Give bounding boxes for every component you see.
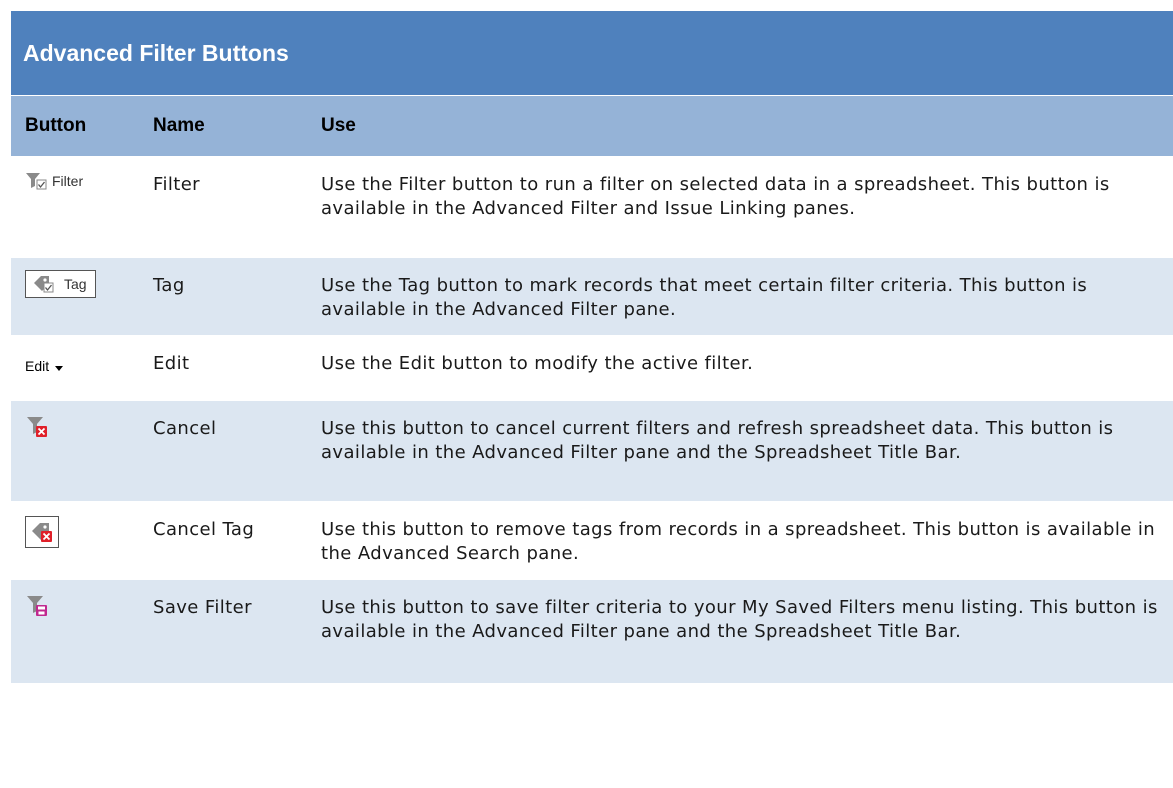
row-name: Save Filter [153,597,252,618]
header-name: Name [153,115,205,136]
table-row: Filter Filter Use the Filter button to r… [11,156,1173,257]
row-use: Use this button to save filter criteria … [321,597,1158,642]
tag-button-image: Tag [25,270,96,298]
filter-cancel-icon [27,417,47,437]
chevron-down-icon [55,366,64,371]
row-use: Use the Edit button to modify the active… [321,353,754,374]
row-name: Cancel [153,418,217,439]
row-use: Use this button to remove tags from reco… [321,519,1156,564]
filter-check-icon [26,173,47,190]
filter-button-label: Filter [52,173,84,189]
header-button: Button [25,115,87,136]
row-name: Cancel Tag [153,519,255,540]
row-name: Edit [153,353,190,374]
table-row: Cancel Use this button to cancel current… [11,400,1173,501]
header-use: Use [321,115,356,136]
table-row: Save Filter Use this button to save filt… [11,579,1173,683]
tag-cancel-icon [32,523,52,542]
tag-check-icon [34,276,54,293]
row-name: Tag [153,275,185,296]
table-row: Tag Tag Use the Tag button to mark recor… [11,257,1173,335]
row-name: Filter [153,174,200,195]
row-use: Use this button to cancel current filter… [321,418,1114,463]
edit-button-label: Edit [25,358,50,374]
row-use: Use the Tag button to mark records that … [321,275,1088,320]
tag-button-label: Tag [64,276,87,292]
table-row: Cancel Tag Use this button to remove tag… [11,501,1173,579]
filter-save-icon [27,596,47,616]
edit-button-image: Edit [25,354,65,378]
advanced-filter-buttons-table: Advanced Filter Buttons Button Name Use … [11,11,1173,683]
cancel-tag-button-image [25,516,59,548]
filter-button-image: Filter [25,169,83,193]
table-title: Advanced Filter Buttons [11,11,1173,95]
header-row: Button Name Use [11,95,1173,156]
row-use: Use the Filter button to run a filter on… [321,174,1110,219]
table-row: Edit Edit Use the Edit button to modify … [11,335,1173,400]
